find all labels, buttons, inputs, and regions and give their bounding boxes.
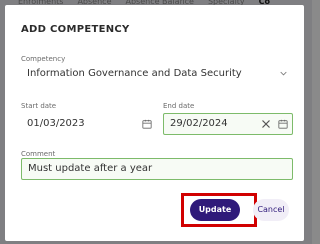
comment-label: Comment — [21, 150, 56, 158]
start-date-value: 01/03/2023 — [27, 118, 85, 129]
dialog-title: ADD COMPETENCY — [21, 24, 130, 35]
calendar-icon[interactable] — [278, 119, 288, 129]
end-date-field[interactable]: 29/02/2024 — [163, 113, 293, 135]
cancel-button[interactable]: Cancel — [253, 199, 289, 221]
close-icon[interactable] — [261, 119, 271, 129]
comment-value: Must update after a year — [28, 163, 153, 174]
calendar-icon[interactable] — [142, 119, 152, 129]
comment-input[interactable]: Must update after a year — [21, 158, 293, 180]
start-date-label: Start date — [21, 102, 57, 110]
competency-value: Information Governance and Data Security — [27, 68, 242, 79]
competency-select[interactable]: Information Governance and Data Security — [21, 63, 293, 85]
competency-label: Competency — [21, 55, 66, 63]
end-date-value: 29/02/2024 — [170, 118, 228, 129]
end-date-label: End date — [163, 102, 195, 110]
start-date-field[interactable]: 01/03/2023 — [21, 113, 157, 135]
update-button[interactable]: Update — [190, 199, 240, 221]
chevron-down-icon[interactable] — [280, 70, 287, 77]
add-competency-dialog: ADD COMPETENCY Competency Information Go… — [5, 5, 304, 241]
